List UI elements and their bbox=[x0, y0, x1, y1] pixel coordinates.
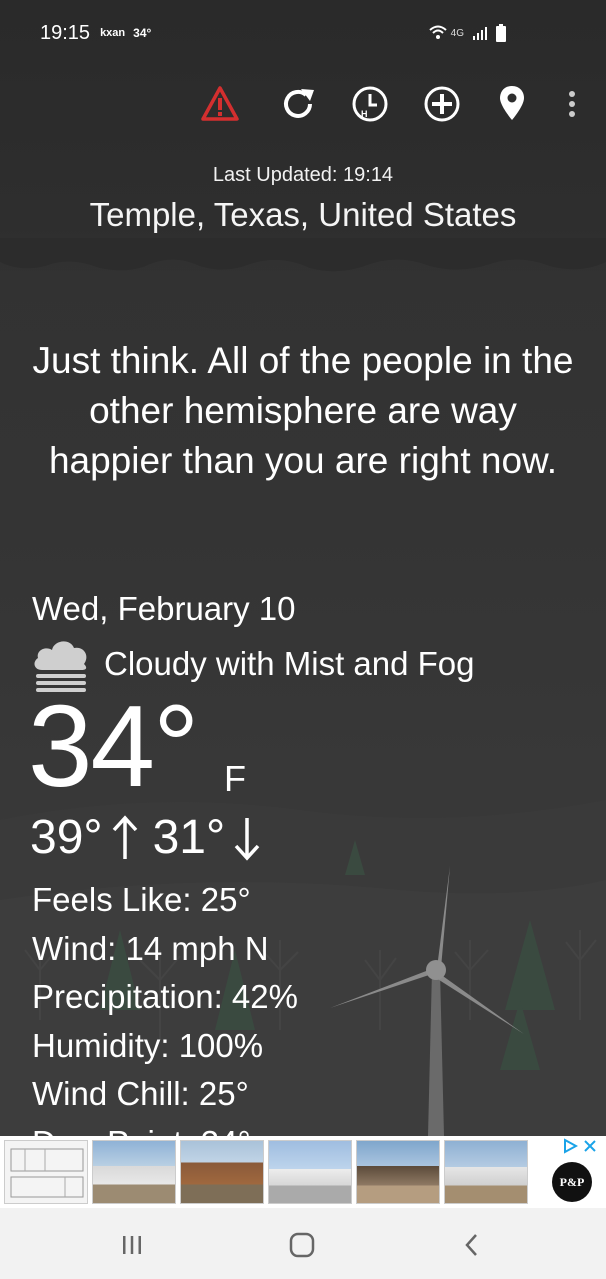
dew-point: Dew Point: 34° bbox=[32, 1119, 298, 1137]
wind: Wind: 14 mph N bbox=[32, 929, 269, 967]
add-location-icon[interactable] bbox=[420, 82, 464, 126]
ad-image-trailer-2[interactable] bbox=[180, 1140, 264, 1204]
hourly-clock-icon[interactable]: H bbox=[348, 82, 392, 126]
signal-icon bbox=[473, 27, 487, 40]
high-low-row: 39° 31° bbox=[30, 810, 275, 865]
status-bar: 19:15 kxan 34° 4G bbox=[0, 0, 606, 66]
wind-chill: Wind Chill: 25° bbox=[32, 1075, 249, 1112]
current-temperature: 34° bbox=[28, 681, 199, 811]
arrow-down-icon bbox=[234, 817, 260, 861]
forecast-date: Wed, February 10 bbox=[32, 590, 296, 627]
toolbar: H bbox=[0, 82, 606, 128]
condition-text: Cloudy with Mist and Fog bbox=[104, 645, 475, 682]
weather-details: Feels Like: 25° Wind: 14 mph N Precipita… bbox=[32, 876, 298, 1136]
wifi-icon bbox=[428, 25, 447, 39]
recent-apps-icon[interactable] bbox=[112, 1228, 152, 1262]
status-time: 19:15 bbox=[40, 21, 91, 44]
precipitation: Precipitation: 42% bbox=[32, 978, 298, 1015]
humidity: Humidity: 100% bbox=[32, 1026, 264, 1064]
more-vert-icon[interactable] bbox=[552, 82, 592, 126]
weather-quote: Just think. All of the people in the oth… bbox=[32, 340, 574, 481]
status-icons: 4G bbox=[428, 24, 506, 42]
low-temperature: 31° bbox=[152, 811, 226, 864]
ad-image-floorplan[interactable] bbox=[4, 1140, 88, 1204]
ad-image-trailer-3[interactable] bbox=[268, 1140, 352, 1204]
carrier-badge: kxan bbox=[100, 27, 126, 39]
status-temperature: 34° bbox=[133, 26, 152, 40]
home-icon[interactable] bbox=[282, 1228, 322, 1262]
high-temperature: 39° bbox=[30, 811, 103, 864]
ad-image-trailer-4[interactable] bbox=[356, 1140, 440, 1204]
ad-image-trailer-5[interactable] bbox=[444, 1140, 528, 1204]
network-type: 4G bbox=[450, 27, 464, 39]
ad-banner[interactable] bbox=[0, 1136, 606, 1208]
feels-like: Feels Like: 25° bbox=[32, 881, 251, 918]
back-icon[interactable] bbox=[452, 1228, 492, 1262]
svg-text:H: H bbox=[361, 109, 368, 119]
ad-image-trailer-1[interactable] bbox=[92, 1140, 176, 1204]
navigation-bar bbox=[0, 1208, 606, 1279]
refresh-icon[interactable] bbox=[276, 82, 320, 126]
arrow-up-icon bbox=[112, 814, 137, 859]
ad-logo-text: P&P bbox=[559, 1174, 585, 1189]
temperature-unit[interactable]: F bbox=[224, 758, 246, 800]
alert-icon[interactable] bbox=[198, 82, 242, 126]
location-name[interactable]: Temple, Texas, United States bbox=[0, 196, 606, 234]
cloud-edge bbox=[0, 238, 606, 272]
location-pin-icon[interactable] bbox=[490, 82, 534, 126]
details-scroll[interactable]: Feels Like: 25° Wind: 14 mph N Precipita… bbox=[0, 870, 606, 1136]
last-updated: Last Updated: 19:14 bbox=[212, 164, 394, 186]
ad-logo[interactable]: P&P bbox=[550, 1142, 594, 1202]
battery-icon bbox=[496, 24, 506, 42]
